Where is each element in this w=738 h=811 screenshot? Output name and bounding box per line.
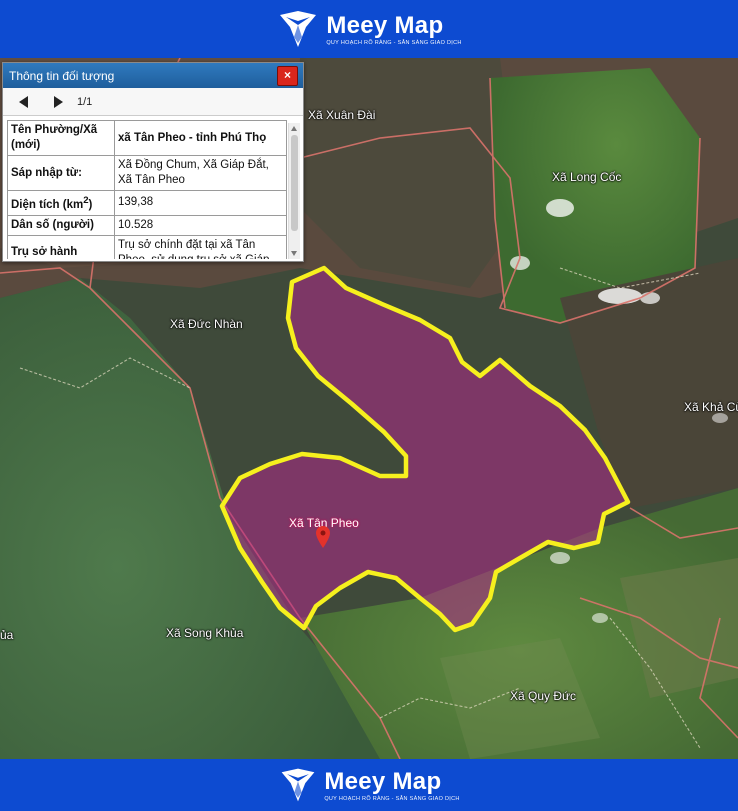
- top-banner: Meey Map QUY HOẠCH RÕ RÀNG - SẴN SÀNG GI…: [0, 0, 738, 58]
- location-pin-icon[interactable]: [316, 526, 330, 548]
- map-label-xuan-dai: Xã Xuân Đài: [308, 108, 376, 122]
- meey-logo-icon: [281, 768, 315, 802]
- scroll-down-icon[interactable]: [291, 251, 297, 256]
- popup-scrollbar[interactable]: [288, 123, 300, 259]
- brand-tagline: QUY HOẠCH RÕ RÀNG - SẴN SÀNG GIAO DỊCH: [326, 39, 462, 46]
- info-table-viewport[interactable]: Tên Phường/Xã (mới) xã Tân Pheo - tỉnh P…: [7, 120, 287, 259]
- table-row: Diện tích (km2) 139,38: [7, 190, 287, 216]
- popup-pager: 1/1: [3, 88, 303, 116]
- brand-name: Meey Map: [326, 11, 444, 39]
- close-icon: ×: [283, 68, 291, 82]
- row-label: Diện tích (km2): [7, 190, 115, 216]
- brand-tagline: QUY HOẠCH RÕ RÀNG - SẴN SÀNG GIAO DỊCH: [324, 795, 460, 802]
- row-value: 10.528: [114, 214, 287, 236]
- popup-header: Thông tin đối tượng ×: [3, 63, 303, 88]
- row-value: 139,38: [114, 190, 287, 216]
- brand-name: Meey Map: [324, 767, 442, 795]
- row-value: xã Tân Pheo - tỉnh Phú Thọ: [114, 120, 287, 156]
- scroll-up-icon[interactable]: [291, 126, 297, 131]
- info-table: Tên Phường/Xã (mới) xã Tân Pheo - tỉnh P…: [7, 120, 287, 259]
- row-label: Sáp nhập từ:: [7, 155, 115, 191]
- pager-count: 1/1: [77, 95, 93, 108]
- map-label-long-coc: Xã Long Cốc: [552, 170, 622, 184]
- row-value: Trụ sở chính đặt tại xã Tân Pheo, sử dụn…: [114, 234, 287, 259]
- table-row: Trụ sở hành chính (mới) Trụ sở chính đặt…: [7, 234, 287, 259]
- row-value: Xã Đồng Chum, Xã Giáp Đắt, Xã Tân Pheo: [114, 155, 287, 191]
- table-row: Tên Phường/Xã (mới) xã Tân Pheo - tỉnh P…: [7, 120, 287, 156]
- row-label: Tên Phường/Xã (mới): [7, 120, 115, 156]
- close-button[interactable]: ×: [277, 66, 298, 86]
- row-label-end: ): [88, 198, 93, 211]
- scroll-thumb[interactable]: [291, 135, 298, 231]
- meey-logo-icon: [280, 11, 317, 47]
- map-label-song-khua: Xã Song Khủa: [166, 626, 244, 640]
- table-row: Dân số (người) 10.528: [7, 214, 287, 236]
- next-button[interactable]: [45, 91, 71, 113]
- brand-logo[interactable]: Meey Map QUY HOẠCH RÕ RÀNG - SẴN SÀNG GI…: [276, 7, 461, 51]
- row-label: Dân số (người): [7, 214, 115, 236]
- popup-title: Thông tin đối tượng: [9, 68, 115, 83]
- map-label-kha-cu: Xã Khả Cử: [684, 400, 738, 414]
- map-label-quy-duc: Xã Quy Đức: [510, 689, 577, 703]
- row-label: Trụ sở hành chính (mới): [7, 234, 115, 259]
- map-label-left-edge: ủa: [0, 628, 14, 642]
- map-label-duc-nhan: Xã Đức Nhàn: [170, 317, 243, 331]
- triangle-left-icon: [19, 95, 28, 108]
- table-row: Sáp nhập từ: Xã Đồng Chum, Xã Giáp Đắt, …: [7, 155, 287, 191]
- bottom-banner: Meey Map QUY HOẠCH RÕ RÀNG - SẴN SÀNG GI…: [0, 759, 738, 811]
- triangle-right-icon: [54, 95, 63, 108]
- brand-logo-bottom[interactable]: Meey Map QUY HOẠCH RÕ RÀNG - SẴN SÀNG GI…: [278, 765, 459, 805]
- row-label-text: Diện tích (km: [11, 198, 84, 211]
- prev-button[interactable]: [11, 91, 37, 113]
- feature-info-popup: Thông tin đối tượng × 1/1 Tên Phường/Xã …: [2, 62, 304, 262]
